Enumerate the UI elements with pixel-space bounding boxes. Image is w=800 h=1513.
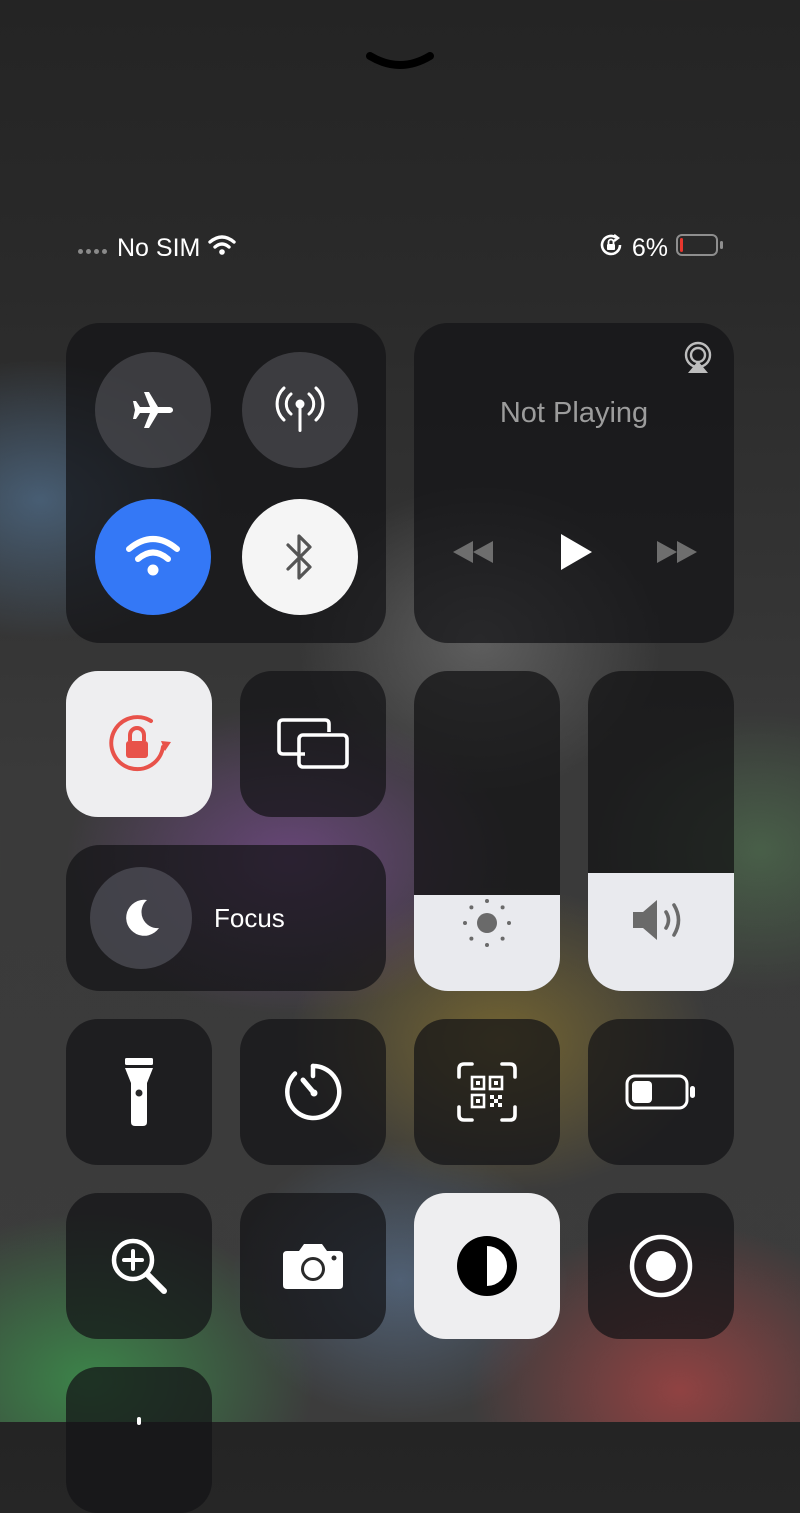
fast-forward-icon	[657, 541, 697, 563]
sun-icon	[414, 895, 560, 951]
partially-visible-control[interactable]	[66, 1367, 212, 1513]
previous-track-button[interactable]	[451, 537, 495, 572]
magnifier-button[interactable]	[66, 1193, 212, 1339]
battery-icon	[676, 233, 724, 263]
focus-button[interactable]: Focus	[66, 845, 386, 991]
flashlight-button[interactable]	[66, 1019, 212, 1165]
bluetooth-toggle[interactable]	[242, 499, 358, 615]
timer-icon	[285, 1063, 342, 1121]
screen-record-button[interactable]	[588, 1193, 734, 1339]
wifi-icon	[126, 536, 180, 576]
orientation-lock-icon	[109, 715, 171, 772]
screen-mirroring-icon	[277, 718, 349, 769]
wifi-status-icon	[208, 234, 237, 263]
dismiss-chevron-icon[interactable]	[364, 48, 436, 74]
carrier-label: No SIM	[117, 233, 201, 262]
play-icon	[561, 534, 592, 570]
cellular-data-toggle[interactable]	[242, 352, 358, 468]
qr-code-icon	[457, 1062, 517, 1122]
magnifier-icon	[111, 1238, 167, 1294]
orientation-lock-status-icon	[598, 232, 624, 265]
code-scanner-button[interactable]	[414, 1019, 560, 1165]
bluetooth-icon	[286, 534, 312, 580]
airplane-mode-toggle[interactable]	[95, 352, 211, 468]
now-playing-title: Not Playing	[499, 397, 649, 429]
status-bar-left: No SIM	[78, 232, 237, 264]
battery-percent: 6%	[631, 233, 668, 262]
battery-icon	[625, 1074, 695, 1110]
screen-mirroring-button[interactable]	[240, 671, 386, 817]
volume-slider[interactable]	[588, 671, 734, 991]
status-bar-right: 6%	[598, 232, 724, 264]
airplay-icon[interactable]	[682, 341, 714, 380]
connectivity-module	[66, 323, 386, 643]
media-module: Not Playing	[414, 323, 734, 643]
timer-button[interactable]	[240, 1019, 386, 1165]
focus-label: Focus	[214, 902, 285, 933]
dark-mode-icon	[457, 1236, 517, 1296]
rewind-icon	[453, 541, 493, 563]
low-power-mode-button[interactable]	[588, 1019, 734, 1165]
flashlight-icon	[125, 1058, 153, 1126]
signal-strength-icon	[78, 248, 107, 254]
next-track-button[interactable]	[655, 537, 699, 572]
speaker-icon	[588, 897, 734, 943]
orientation-lock-button[interactable]	[66, 671, 212, 817]
camera-button[interactable]	[240, 1193, 386, 1339]
brightness-slider[interactable]	[414, 671, 560, 991]
camera-icon	[283, 1244, 343, 1289]
record-icon	[629, 1234, 693, 1298]
partial-control-icon	[137, 1417, 141, 1425]
wifi-toggle[interactable]	[95, 499, 211, 615]
play-button[interactable]	[558, 532, 594, 577]
airplane-icon	[133, 392, 173, 428]
moon-icon	[90, 867, 192, 969]
dark-mode-button[interactable]	[414, 1193, 560, 1339]
cellular-antenna-icon	[275, 386, 325, 432]
